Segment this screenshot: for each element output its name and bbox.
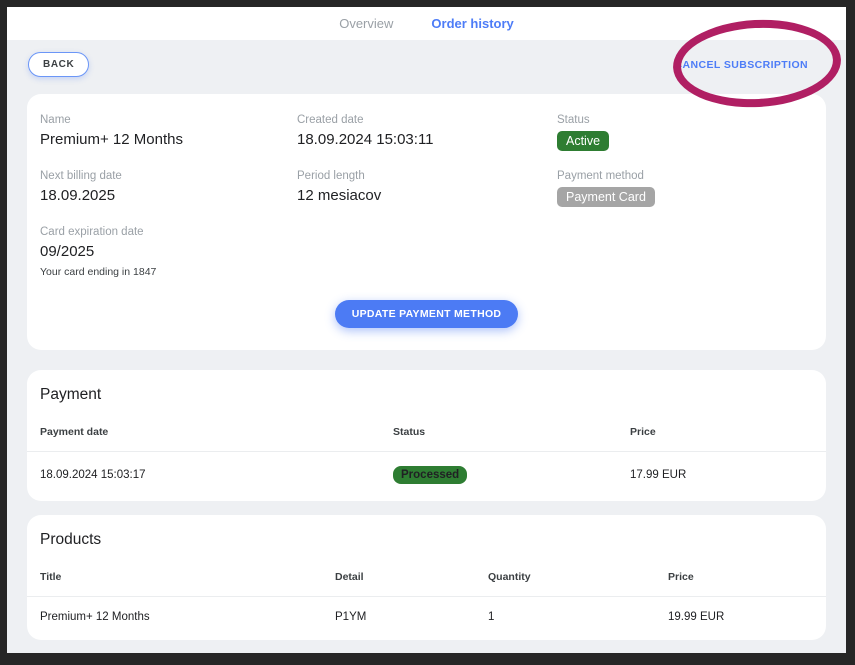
field-next-billing-date: Next billing date 18.09.2025: [40, 170, 297, 207]
payment-section-card: Payment Payment date Status Price 18.09.…: [27, 370, 826, 501]
cancel-subscription-link[interactable]: CANCEL SUBSCRIPTION: [675, 59, 808, 71]
field-period-length-label: Period length: [297, 170, 557, 182]
field-payment-method-label: Payment method: [557, 170, 813, 182]
toolbar: BACK CANCEL SUBSCRIPTION: [7, 40, 846, 94]
field-status-label: Status: [557, 114, 813, 126]
field-next-billing-date-value: 18.09.2025: [40, 187, 297, 204]
top-navigation: Overview Order history: [7, 7, 846, 40]
products-section-title: Products: [27, 531, 826, 549]
payment-section-title: Payment: [27, 386, 826, 404]
update-payment-method-button[interactable]: UPDATE PAYMENT METHOD: [335, 300, 519, 328]
field-name: Name Premium+ 12 Months: [40, 114, 297, 151]
products-table-header: Title Detail Quantity Price: [27, 571, 826, 596]
field-name-label: Name: [40, 114, 297, 126]
products-col-title: Title: [40, 571, 335, 583]
field-created-date-label: Created date: [297, 114, 557, 126]
field-period-length: Period length 12 mesiacov: [297, 170, 557, 207]
products-table-row: Premium+ 12 Months P1YM 1 19.99 EUR: [27, 597, 826, 640]
products-col-price: Price: [668, 571, 813, 583]
field-name-value: Premium+ 12 Months: [40, 131, 297, 148]
payment-col-status: Status: [393, 426, 630, 438]
field-status: Status Active: [557, 114, 813, 151]
field-next-billing-date-label: Next billing date: [40, 170, 297, 182]
product-row-price: 19.99 EUR: [668, 611, 813, 623]
subscription-fields: Name Premium+ 12 Months Created date 18.…: [40, 114, 813, 278]
payment-row-date: 18.09.2024 15:03:17: [40, 469, 393, 481]
tab-overview[interactable]: Overview: [339, 16, 393, 31]
field-card-expiration-value: 09/2025: [40, 243, 297, 260]
field-created-date: Created date 18.09.2024 15:03:11: [297, 114, 557, 151]
field-card-expiration: Card expiration date 09/2025 Your card e…: [40, 226, 297, 278]
field-payment-method: Payment method Payment Card: [557, 170, 813, 207]
app-window: Overview Order history BACK CANCEL SUBSC…: [0, 0, 855, 665]
field-period-length-value: 12 mesiacov: [297, 187, 557, 204]
product-row-title: Premium+ 12 Months: [40, 611, 335, 623]
products-section-card: Products Title Detail Quantity Price Pre…: [27, 515, 826, 640]
status-badge: Active: [557, 131, 609, 151]
tab-order-history[interactable]: Order history: [431, 16, 513, 31]
payment-method-badge: Payment Card: [557, 187, 655, 207]
product-row-quantity: 1: [488, 611, 668, 623]
payment-col-date: Payment date: [40, 426, 393, 438]
update-payment-row: UPDATE PAYMENT METHOD: [40, 300, 813, 328]
processed-badge: Processed: [393, 466, 467, 484]
products-col-quantity: Quantity: [488, 571, 668, 583]
products-col-detail: Detail: [335, 571, 488, 583]
product-row-detail: P1YM: [335, 611, 488, 623]
back-button[interactable]: BACK: [28, 52, 89, 77]
payment-table-row: 18.09.2024 15:03:17 Processed 17.99 EUR: [27, 452, 826, 501]
payment-row-price: 17.99 EUR: [630, 469, 813, 481]
subscription-details-card: Name Premium+ 12 Months Created date 18.…: [27, 94, 826, 350]
card-ending-note: Your card ending in 1847: [40, 266, 297, 278]
payment-table-header: Payment date Status Price: [27, 426, 826, 451]
field-card-expiration-label: Card expiration date: [40, 226, 297, 238]
field-created-date-value: 18.09.2024 15:03:11: [297, 131, 557, 148]
payment-col-price: Price: [630, 426, 813, 438]
